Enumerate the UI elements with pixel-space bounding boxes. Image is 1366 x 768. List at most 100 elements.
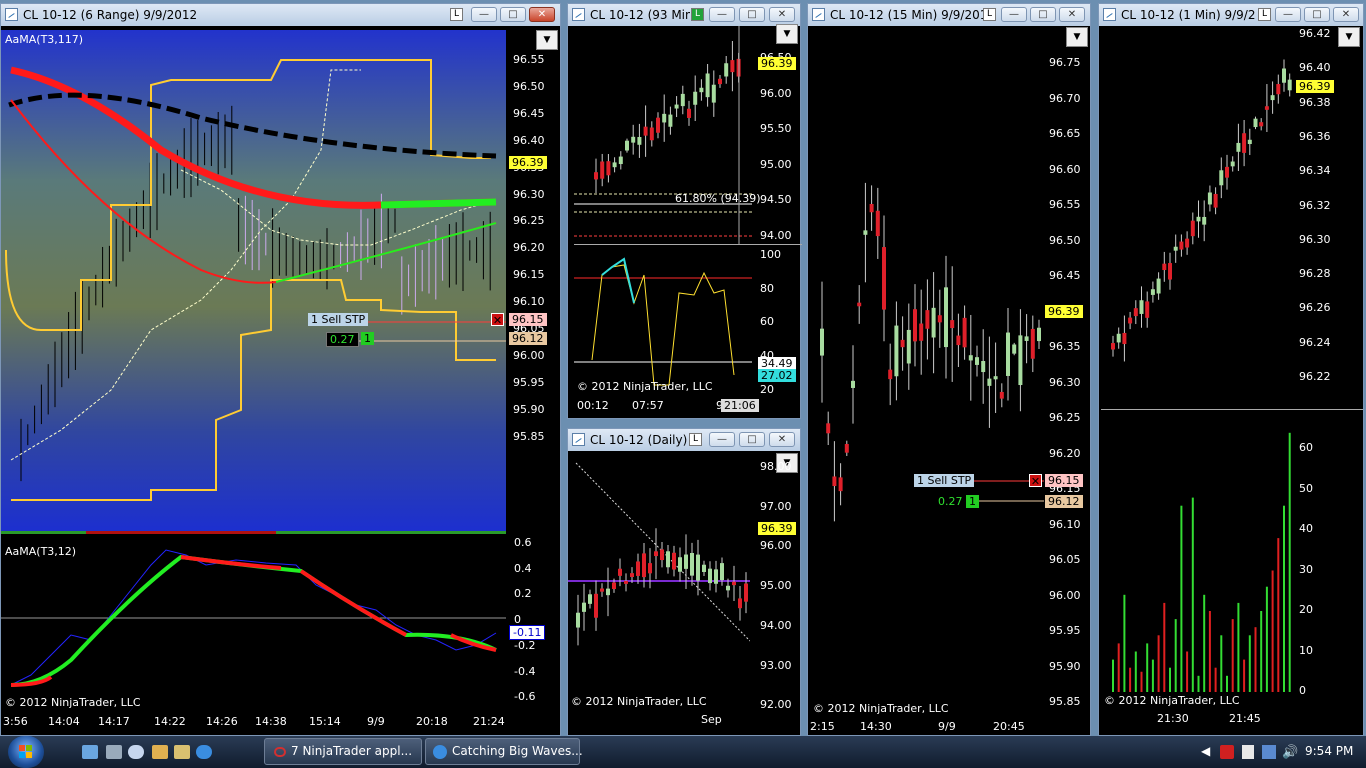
candle-body [576,612,580,628]
titlebar-1-min[interactable]: CL 10-12 (1 Min) 9/9/201 L — □ ✕ [1099,4,1363,26]
titlebar-6-range[interactable]: CL 10-12 (6 Range) 9/9/2012 L — □ ✕ [1,4,560,26]
cancel-order-icon[interactable]: ✕ [1029,474,1042,488]
link-button[interactable]: L [691,8,704,21]
price-tick: 95.90 [513,402,545,416]
price-tick: 98.00 [760,460,792,473]
volume-bar [1180,505,1183,692]
titlebar-15-min[interactable]: CL 10-12 (15 Min) 9/9/2012 L — □ ✕ [808,4,1090,26]
link-button[interactable]: L [689,433,702,446]
last-price-tag: 96.39 [509,156,547,169]
maximize-button[interactable]: □ [739,7,765,22]
candle-body [738,598,742,609]
maximize-button[interactable]: □ [1304,7,1330,22]
browser-icon[interactable] [128,745,144,759]
minimize-button[interactable]: — [709,432,735,447]
volume-bar [1237,602,1240,692]
candle-body [600,161,605,179]
minimize-button[interactable]: — [471,7,497,22]
cancel-order-icon[interactable]: ✕ [491,313,504,327]
chart-menu-dropdown[interactable]: ▼ [1338,27,1360,47]
window-title: CL 10-12 (1 Min) 9/9/201 [1121,8,1255,22]
candle-body [851,380,855,388]
explorer-icon[interactable] [174,745,190,759]
copyright-label: © 2012 NinjaTrader, LLC [5,696,141,709]
candle-body [993,376,998,380]
volume-bar [1260,611,1263,692]
maximize-button[interactable]: □ [1030,7,1056,22]
close-button[interactable]: ✕ [529,7,555,22]
candle-body [618,156,623,165]
window-93-min: CL 10-12 (93 Min) L — □ ✕ 61.80% (94.39)… [567,3,802,419]
chart-menu-dropdown[interactable]: ▼ [776,24,798,44]
clock[interactable]: 9:54 PM [1305,744,1353,758]
minimize-button[interactable]: — [709,7,735,22]
volume-panel[interactable] [1101,410,1293,692]
price-tick: 96.36 [1299,129,1331,143]
candle-body [919,323,924,341]
candle-body [631,136,636,143]
taskbar-browser-button[interactable]: Catching Big Waves... [425,738,583,765]
time-tick: 21:30 [1157,712,1189,725]
close-button[interactable]: ✕ [1333,7,1359,22]
chart-menu-dropdown[interactable]: ▼ [1066,27,1088,47]
pnl-label: 0.27 [326,332,359,347]
price-tick: 96.60 [1049,162,1081,176]
price-tick: 95.95 [1049,624,1081,637]
candle-body [1213,193,1218,208]
osc-tick: 80 [760,281,774,295]
app-switcher-icon[interactable] [106,745,122,759]
candle-body [1185,238,1190,248]
internet-explorer-icon[interactable] [196,745,212,759]
link-button[interactable]: L [983,8,996,21]
volume-bar [1123,594,1126,692]
link-button[interactable]: L [1258,8,1271,21]
tray-expand-icon[interactable]: ◀ [1201,744,1210,758]
volume-bar [1271,570,1274,692]
antivirus-icon[interactable] [1220,745,1234,759]
order-label[interactable]: 1 Sell STP [914,474,975,487]
volume-tick: 60 [1299,441,1313,454]
tool-icon[interactable] [152,745,168,759]
price-panel[interactable] [812,26,1044,716]
price-tick: 96.50 [1049,233,1081,247]
volume-bar [1169,667,1171,692]
volume-icon[interactable]: 🔊 [1282,745,1298,760]
candle-body [702,564,706,572]
volume-bar [1174,619,1177,692]
titlebar-93-min[interactable]: CL 10-12 (93 Min) L — □ ✕ [568,4,800,26]
candle-body [625,140,629,151]
fib-label: 61.80% (94.39) [675,192,761,205]
time-tick: 14:38 [255,715,287,728]
price-panel[interactable] [1101,26,1293,408]
close-button[interactable]: ✕ [1059,7,1085,22]
order-label[interactable]: 1 Sell STP [308,313,369,326]
maximize-button[interactable]: □ [739,432,765,447]
price-tick: 96.10 [1049,517,1081,531]
osc-tick: 20 [760,382,774,396]
close-button[interactable]: ✕ [769,432,795,447]
oscillator-panel[interactable] [1,535,506,715]
price-panel[interactable] [568,451,750,706]
stochastic-panel[interactable] [574,245,752,395]
price-panel[interactable] [574,26,752,244]
candle-body [1207,192,1212,205]
price-panel[interactable] [1,30,506,533]
taskbar-ninjatrader-button[interactable]: 7 NinjaTrader appl... [264,738,422,765]
flag-icon[interactable] [1242,745,1254,759]
chart-menu-dropdown[interactable]: ▼ [536,30,558,50]
time-tick: 9/9 [938,720,956,733]
start-button[interactable] [8,736,44,768]
position-qty[interactable]: 1 [966,495,979,508]
minimize-button[interactable]: — [1275,7,1301,22]
network-icon[interactable] [1262,745,1276,759]
entry-price-tag: 96.12 [509,332,547,345]
minimize-button[interactable]: — [1001,7,1027,22]
position-qty[interactable]: 1 [361,332,374,345]
link-button[interactable]: L [450,8,463,21]
show-desktop-icon[interactable] [82,745,98,759]
volume-bar [1220,635,1223,692]
maximize-button[interactable]: □ [500,7,526,22]
close-button[interactable]: ✕ [769,7,795,22]
candle-body [931,307,936,338]
titlebar-daily[interactable]: CL 10-12 (Daily) 8/ L — □ ✕ [568,429,800,451]
